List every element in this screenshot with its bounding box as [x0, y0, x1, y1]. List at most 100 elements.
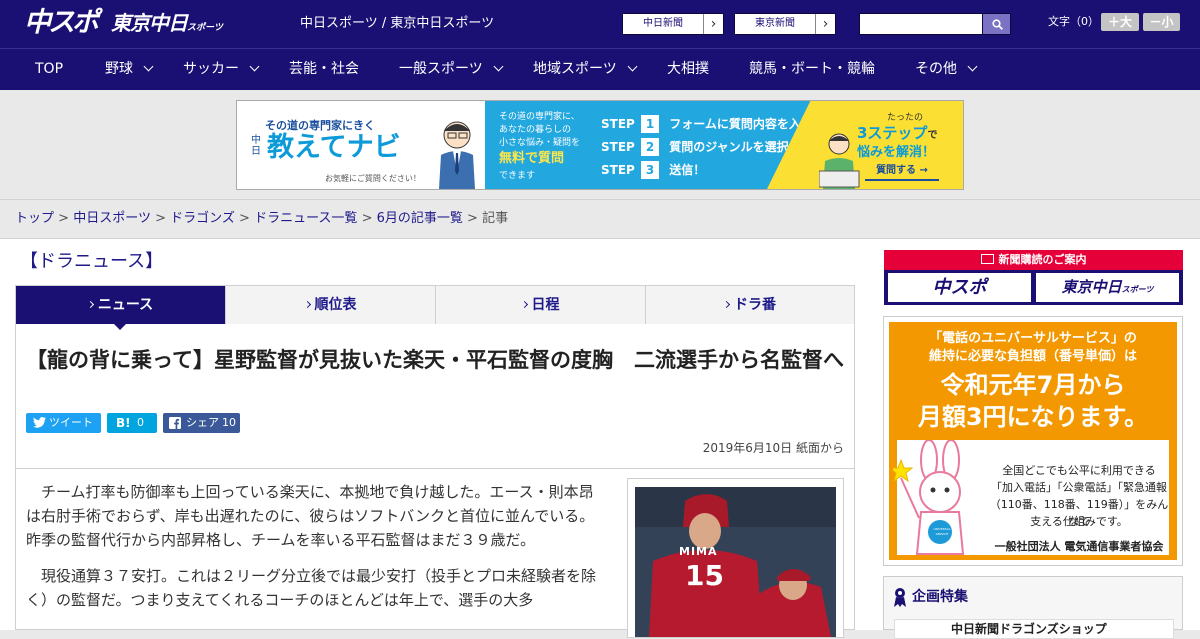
- site-name[interactable]: 中日スポーツ / 東京中日スポーツ: [300, 16, 494, 32]
- chevron-right-icon: [303, 300, 311, 309]
- nav-item-soccer[interactable]: サッカー: [183, 49, 260, 90]
- hatena-count: 0: [137, 416, 144, 429]
- step-word: STEP: [601, 163, 635, 177]
- man-with-laptop-illustration: [819, 133, 860, 189]
- ad-right-2: 3ステップで: [857, 122, 937, 143]
- nav-item-sumo[interactable]: 大相撲: [667, 49, 709, 90]
- uni-org: 一般社団法人 電気通信事業者協会: [994, 540, 1164, 553]
- hatena-bookmark-button[interactable]: B! 0: [107, 413, 157, 433]
- subscribe-chuspo[interactable]: 中スポ: [888, 273, 1031, 302]
- tweet-label: ツイート: [49, 416, 93, 429]
- chevron-right-icon: [86, 300, 94, 309]
- subscription-header-label: 新聞購読のご案内: [998, 253, 1087, 266]
- nav-label: サッカー: [183, 61, 239, 77]
- active-tab-indicator: [113, 323, 127, 330]
- newspaper-icon: [980, 254, 994, 264]
- tab-news[interactable]: ニュース: [16, 286, 226, 324]
- chevron-down-icon: [967, 61, 978, 72]
- step-number-1: 1: [641, 115, 660, 133]
- chevron-down-icon: [249, 61, 260, 72]
- facebook-share-button[interactable]: シェア 10: [163, 413, 240, 433]
- tokyo-shimbun-label: 東京新聞: [755, 18, 795, 29]
- ad-right-3: 悩みを解消！: [857, 145, 936, 160]
- subscription-banner[interactable]: 新聞購読のご案内 中スポ 東京中日スポーツ: [884, 250, 1183, 305]
- tab-dora-ban[interactable]: ドラ番: [646, 286, 854, 324]
- breadcrumb-sep: >: [239, 211, 250, 226]
- tokyo-shimbun-button[interactable]: 東京新聞 ›: [734, 13, 836, 35]
- tokyo-logo-text: 東京中日: [111, 11, 188, 35]
- share-count: 10: [222, 416, 236, 429]
- search-input[interactable]: [859, 13, 983, 35]
- tab-label: ニュース: [97, 297, 154, 313]
- subscription-header: 新聞購読のご案内: [884, 250, 1183, 270]
- article-photo[interactable]: MIMA 15: [627, 478, 844, 638]
- font-bigger-button[interactable]: ＋大: [1101, 13, 1139, 31]
- uni-badge: UNIVERSAL SERVICE: [933, 527, 951, 536]
- breadcrumb-dora-news[interactable]: ドラニュース一覧: [254, 211, 357, 226]
- search-button[interactable]: [982, 13, 1011, 35]
- nav-item-others[interactable]: その他: [915, 49, 978, 90]
- tab-standings[interactable]: 順位表: [226, 286, 436, 324]
- article-date: 2019年6月10日 紙面から: [702, 441, 844, 455]
- ad-question-button[interactable]: 質問する →: [865, 163, 939, 181]
- feature-section: 企画特集 中日新聞ドラゴンズショップ: [883, 576, 1183, 639]
- universal-service-panel: 「電話のユニバーサルサービス」の 維持に必要な負担額（番号単価）は 令和元年7月…: [889, 322, 1177, 560]
- ad-desc-2: あなたの暮らしの: [499, 125, 572, 135]
- article-body: チーム打率も防御率も上回っている楽天に、本拠地で負け越した。エース・則本昂は右肘…: [26, 480, 604, 624]
- subscribe-tokyo-chunichi[interactable]: 東京中日スポーツ: [1036, 273, 1179, 302]
- arrow-right-icon: →: [919, 165, 928, 176]
- uni-line-1: 「電話のユニバーサルサービス」の: [929, 331, 1137, 346]
- breadcrumb-dragons[interactable]: ドラゴンズ: [170, 211, 235, 226]
- chevron-right-icon: ›: [703, 14, 723, 34]
- breadcrumb-june-articles[interactable]: 6月の記事一覧: [377, 211, 463, 226]
- nav-item-entertainment[interactable]: 芸能・社会: [289, 49, 359, 90]
- uni-line-4: 月額3円になります。: [917, 403, 1149, 431]
- tokyo-chunichi-logo[interactable]: 東京中日スポーツ: [111, 11, 223, 40]
- site-header: 中スポ 東京中日スポーツ 中日スポーツ / 東京中日スポーツ 中日新聞 › 東京…: [0, 0, 1200, 48]
- article-paragraph: 現役通算３７安打。これは２リーグ分立後では最少安打（投手とプロ未経験者を除く）の…: [26, 567, 597, 609]
- jersey-number: 15: [685, 559, 724, 592]
- jersey-name: MIMA: [679, 545, 718, 558]
- breadcrumb-sep: >: [155, 211, 166, 226]
- nav-label: 芸能・社会: [289, 61, 359, 77]
- ad-desc-panel: その道の専門家に、 あなたの暮らしの 小さな悩み・疑問を 無料で質問 できます: [485, 101, 595, 189]
- ad-banner-oshiete-navi[interactable]: その道の専門家にきく 中日 教えてナビ お気軽にご質問ください！ その道の専門家…: [236, 100, 964, 190]
- step-2-text: 質問のジャンルを選択: [669, 140, 789, 154]
- nav-item-keiba[interactable]: 競馬・ボート・競輪: [749, 49, 875, 90]
- ad-free: 無料で質問: [499, 151, 565, 166]
- tab-label: ドラ番: [734, 297, 776, 313]
- tab-label: 順位表: [314, 297, 357, 313]
- chuspo-logo[interactable]: 中スポ: [24, 8, 99, 38]
- player-photo: MIMA 15: [635, 487, 836, 637]
- nav-item-baseball[interactable]: 野球: [105, 49, 154, 90]
- tab-label: 日程: [531, 297, 560, 313]
- breadcrumb-chunichi-sports[interactable]: 中日スポーツ: [73, 211, 151, 226]
- step-3-text: 送信！: [669, 163, 706, 177]
- chunichi-shimbun-button[interactable]: 中日新聞 ›: [622, 13, 724, 35]
- nav-item-local-sports[interactable]: 地域スポーツ: [533, 49, 638, 90]
- nav-label: その他: [915, 61, 957, 77]
- step-number-3: 3: [641, 161, 660, 179]
- feature-heading: 企画特集: [912, 589, 968, 605]
- facebook-icon: [169, 417, 181, 429]
- breadcrumb-top[interactable]: トップ: [15, 211, 54, 226]
- nav-item-top[interactable]: TOP: [35, 49, 63, 90]
- nav-item-general-sports[interactable]: 一般スポーツ: [399, 49, 504, 90]
- divider: [15, 468, 855, 469]
- article-paragraph: チーム打率も防御率も上回っている楽天に、本拠地で負け越した。エース・則本昂は右肘…: [26, 483, 595, 549]
- subscribe-tokyo-small: スポーツ: [1121, 285, 1154, 294]
- ribbon-icon: [894, 588, 906, 607]
- main-nav: TOP 野球 サッカー 芸能・社会 一般スポーツ 地域スポーツ 大相撲 競馬・ボ…: [0, 48, 1200, 90]
- nav-label: TOP: [35, 61, 64, 77]
- step-1-text: フォームに質問内容を入力: [669, 117, 813, 131]
- feature-item-dragons-shop[interactable]: 中日新聞ドラゴンズショップ: [894, 619, 1174, 639]
- ad-de: で: [927, 130, 938, 141]
- chevron-right-icon: [722, 300, 731, 309]
- font-smaller-button[interactable]: －小: [1143, 13, 1180, 31]
- tab-schedule[interactable]: 日程: [436, 286, 646, 324]
- ad-left-panel: その道の専門家にきく 中日 教えてナビ お気軽にご質問ください！: [237, 101, 485, 189]
- breadcrumb: トップ > 中日スポーツ > ドラゴンズ > ドラニュース一覧 > 6月の記事一…: [0, 199, 1200, 239]
- rabbit-mascot-illustration: [893, 440, 965, 555]
- universal-service-ad[interactable]: 「電話のユニバーサルサービス」の 維持に必要な負担額（番号単価）は 令和元年7月…: [883, 316, 1183, 566]
- tweet-button[interactable]: ツイート: [26, 413, 101, 433]
